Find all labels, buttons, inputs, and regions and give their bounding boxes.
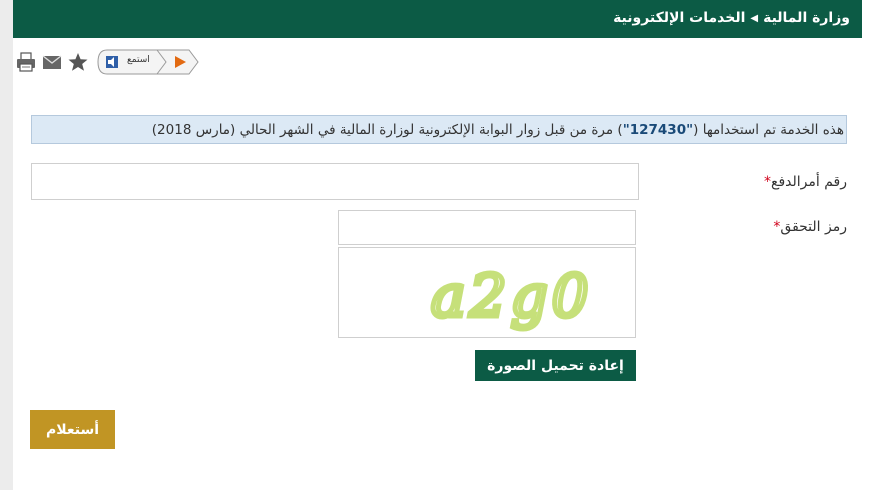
inquiry-button[interactable]: أستعلام	[30, 410, 115, 449]
breadcrumb-arrow-icon: ◀	[750, 12, 759, 24]
captcha-label-text: رمز التحقق	[780, 219, 847, 235]
captcha-label: رمز التحقق*	[773, 219, 847, 235]
payment-order-input[interactable]	[31, 163, 639, 200]
captcha-input[interactable]	[338, 210, 636, 245]
email-icon[interactable]	[39, 49, 65, 75]
payment-order-label-text: رقم أمرالدفع	[771, 174, 847, 190]
listen-label: استمع	[127, 55, 150, 65]
toolbar: استمع	[13, 47, 199, 77]
reload-image-button[interactable]: إعادة تحميل الصورة	[475, 350, 636, 381]
star-icon[interactable]	[65, 49, 91, 75]
required-marker: *	[764, 174, 772, 190]
usage-suffix: ) مرة من قبل زوار البوابة الإلكترونية لو…	[151, 121, 623, 138]
payment-order-label: رقم أمرالدفع*	[764, 174, 847, 190]
page-header: وزارة المالية ◀ الخدمات الإلكترونية	[13, 0, 862, 38]
play-icon	[175, 56, 186, 68]
listen-button[interactable]: استمع	[97, 49, 199, 75]
usage-notice: هذه الخدمة تم استخدامها ( "127430" ) مرة…	[31, 115, 847, 144]
breadcrumb-eservices[interactable]: الخدمات الإلكترونية	[613, 10, 745, 26]
print-icon[interactable]	[13, 49, 39, 75]
breadcrumb-ministry[interactable]: وزارة المالية	[763, 10, 850, 26]
captcha-text: a2g0	[431, 262, 593, 330]
speaker-icon	[106, 56, 118, 68]
captcha-image: a2g0	[338, 247, 636, 338]
breadcrumb: وزارة المالية ◀ الخدمات الإلكترونية	[613, 10, 850, 26]
usage-prefix: هذه الخدمة تم استخدامها (	[693, 121, 844, 138]
usage-count: "127430"	[622, 121, 694, 138]
